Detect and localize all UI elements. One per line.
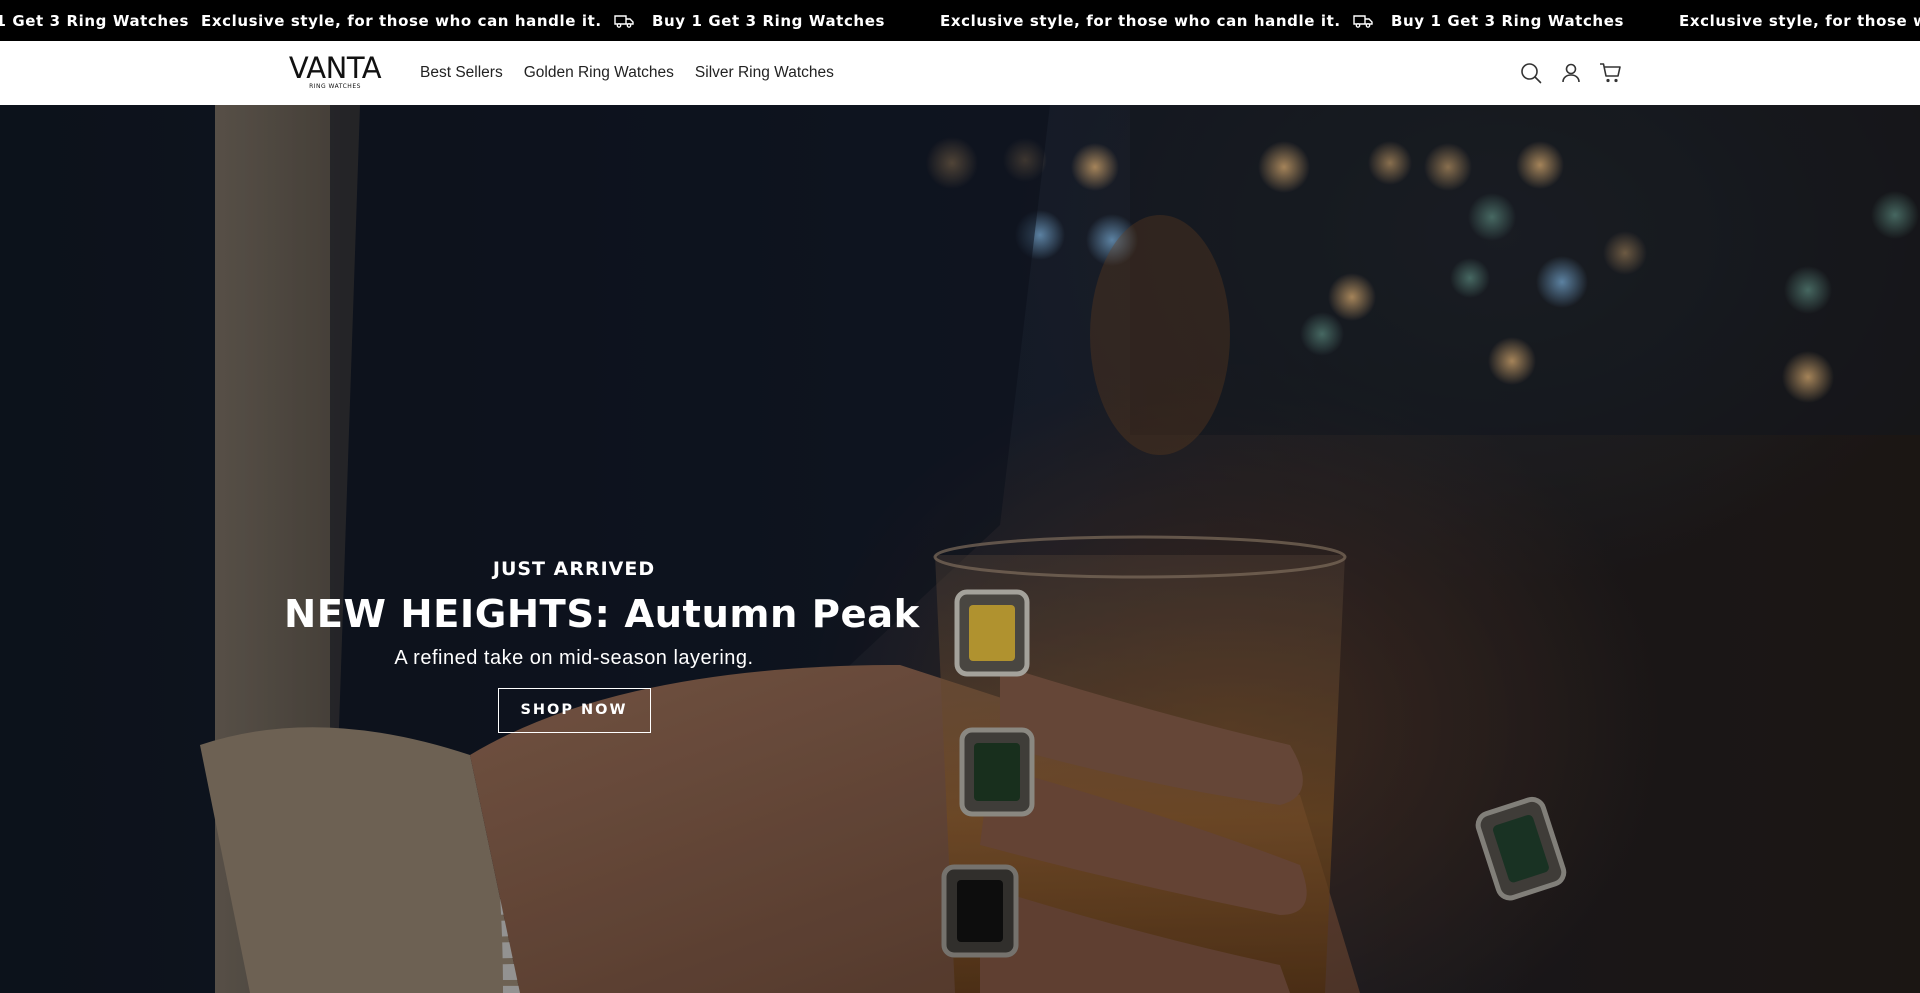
- announcement-text: Buy 1 Get 3 Ring Watches: [0, 11, 190, 30]
- hero-headline: NEW HEIGHTS: Autumn Peak: [284, 592, 920, 637]
- announcement-item: Buy 1 Get 3 Ring Watches: [0, 0, 189, 41]
- hero-banner: JUST ARRIVED NEW HEIGHTS: Autumn Peak A …: [0, 105, 1920, 993]
- brand-logo[interactable]: VANTA RING WATCHES: [285, 54, 385, 92]
- cart-button[interactable]: [1597, 59, 1625, 87]
- announcement-item: Buy 1 Get 3 Ring Watches: [1353, 0, 1624, 41]
- announcement-text: Exclusive style, for those who can handl…: [201, 11, 602, 30]
- announcement-text: Buy 1 Get 3 Ring Watches: [652, 11, 886, 30]
- hero-eyebrow: JUST ARRIVED: [492, 558, 656, 580]
- search-button[interactable]: [1517, 59, 1545, 87]
- account-icon: [1562, 63, 1580, 83]
- announcement-item: Exclusive style, for those who can handl…: [1679, 0, 1920, 41]
- nav-link-silver-ring-watches[interactable]: Silver Ring Watches: [695, 64, 834, 82]
- announcement-item: Exclusive style, for those who can handl…: [940, 0, 1341, 41]
- site-header: VANTA RING WATCHES Best Sellers Golden R…: [0, 41, 1920, 106]
- nav-link-golden-ring-watches[interactable]: Golden Ring Watches: [524, 64, 674, 82]
- truck-icon: [614, 14, 634, 28]
- announcement-item: Buy 1 Get 3 Ring Watches: [614, 0, 885, 41]
- nav-link-best-sellers[interactable]: Best Sellers: [420, 64, 503, 82]
- shop-now-button[interactable]: SHOP NOW: [497, 688, 651, 733]
- announcement-bar: Buy 1 Get 3 Ring Watches Exclusive style…: [0, 0, 1920, 41]
- header-actions: [1517, 59, 1637, 87]
- announcement-item: Exclusive style, for those who can handl…: [201, 0, 602, 41]
- search-icon: [1521, 63, 1542, 84]
- account-button[interactable]: [1557, 59, 1585, 87]
- hero-content: JUST ARRIVED NEW HEIGHTS: Autumn Peak A …: [284, 558, 920, 733]
- logo-wordmark: VANTA: [288, 51, 382, 85]
- announcement-text: Buy 1 Get 3 Ring Watches: [1391, 11, 1625, 30]
- announcement-text: Exclusive style, for those who can handl…: [1679, 11, 1920, 30]
- cart-icon: [1600, 63, 1621, 83]
- hero-overlay: [0, 105, 1920, 993]
- hero-subline: A refined take on mid-season layering.: [394, 647, 754, 669]
- main-nav: Best Sellers Golden Ring Watches Silver …: [420, 41, 855, 105]
- announcement-text: Exclusive style, for those who can handl…: [940, 11, 1341, 30]
- truck-icon: [1353, 14, 1373, 28]
